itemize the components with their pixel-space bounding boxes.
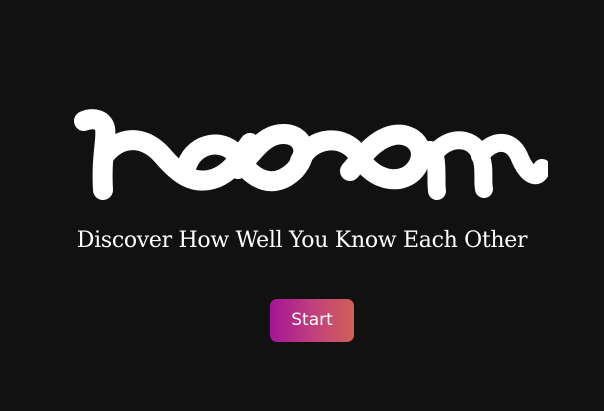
tagline-text: Discover How Well You Know Each Other bbox=[76, 228, 528, 253]
start-button[interactable]: Start bbox=[270, 299, 354, 342]
landing-screen: Discover How Well You Know Each Other St… bbox=[0, 0, 604, 411]
room-logo bbox=[74, 108, 548, 208]
